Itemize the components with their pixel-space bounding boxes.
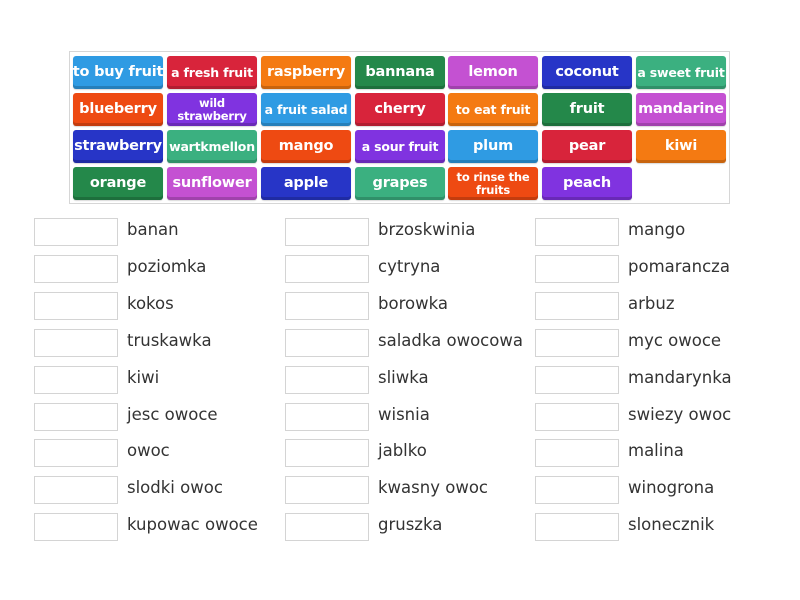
target-label: winogrona bbox=[628, 478, 715, 497]
target-label: kokos bbox=[127, 294, 174, 313]
word-tile[interactable]: to buy fruit bbox=[73, 56, 163, 89]
word-tile[interactable]: wartkmellon bbox=[167, 130, 257, 163]
drop-slot[interactable] bbox=[34, 513, 118, 541]
word-tile[interactable]: pear bbox=[542, 130, 632, 163]
word-tile[interactable]: wild strawberry bbox=[167, 93, 257, 126]
target-label: swiezy owoc bbox=[628, 405, 732, 424]
drop-slot[interactable] bbox=[34, 329, 118, 357]
drop-slot[interactable] bbox=[285, 439, 369, 467]
target-label: brzoskwinia bbox=[378, 220, 476, 239]
target-label: sliwka bbox=[378, 368, 429, 387]
drop-slot[interactable] bbox=[285, 292, 369, 320]
target-label: poziomka bbox=[127, 257, 207, 276]
drop-slot[interactable] bbox=[34, 218, 118, 246]
drop-slot[interactable] bbox=[535, 292, 619, 320]
drop-slot[interactable] bbox=[285, 329, 369, 357]
drop-slot[interactable] bbox=[535, 218, 619, 246]
target-label: wisnia bbox=[378, 405, 430, 424]
word-bank: to buy fruit a fresh fruit raspberry bannan… bbox=[69, 51, 730, 204]
drop-slot[interactable] bbox=[535, 255, 619, 283]
drop-slot[interactable] bbox=[34, 403, 118, 431]
word-tile[interactable]: a sweet fruit bbox=[636, 56, 726, 89]
target-label: arbuz bbox=[628, 294, 675, 313]
target-label: owoc bbox=[127, 441, 170, 460]
word-tile[interactable]: raspberry bbox=[261, 56, 351, 89]
drop-slot[interactable] bbox=[34, 292, 118, 320]
target-label: myc owoce bbox=[628, 331, 722, 350]
word-tile[interactable]: cherry bbox=[355, 93, 445, 126]
word-tile[interactable]: apple bbox=[261, 167, 351, 200]
drop-slot[interactable] bbox=[535, 366, 619, 394]
target-label: kiwi bbox=[127, 368, 160, 387]
drop-slot[interactable] bbox=[535, 329, 619, 357]
word-tile[interactable]: mandarine bbox=[636, 93, 726, 126]
word-tile[interactable]: kiwi bbox=[636, 130, 726, 163]
target-label: pomarancza bbox=[628, 257, 730, 276]
word-tile[interactable]: a fresh fruit bbox=[167, 56, 257, 89]
target-label: borowka bbox=[378, 294, 448, 313]
drop-slot[interactable] bbox=[285, 218, 369, 246]
drop-slot[interactable] bbox=[34, 366, 118, 394]
drop-slot[interactable] bbox=[285, 366, 369, 394]
word-tile[interactable]: orange bbox=[73, 167, 163, 200]
drop-slot[interactable] bbox=[535, 439, 619, 467]
target-label: kwasny owoc bbox=[378, 478, 488, 497]
target-label: slodki owoc bbox=[127, 478, 223, 497]
word-tile[interactable]: bannana bbox=[355, 56, 445, 89]
target-label: mango bbox=[628, 220, 686, 239]
target-label: cytryna bbox=[378, 257, 441, 276]
word-tile[interactable]: sunflower bbox=[167, 167, 257, 200]
word-tile[interactable]: to rinse the fruits bbox=[448, 167, 538, 200]
target-label: jesc owoce bbox=[127, 405, 218, 424]
target-label: malina bbox=[628, 441, 684, 460]
target-label: saladka owocowa bbox=[378, 331, 523, 350]
word-tile[interactable]: grapes bbox=[355, 167, 445, 200]
word-tile[interactable]: peach bbox=[542, 167, 632, 200]
target-label: kupowac owoce bbox=[127, 515, 258, 534]
word-tile[interactable]: a sour fruit bbox=[355, 130, 445, 163]
drop-slot[interactable] bbox=[535, 476, 619, 504]
target-label: truskawka bbox=[127, 331, 212, 350]
word-tile[interactable]: blueberry bbox=[73, 93, 163, 126]
target-label: gruszka bbox=[378, 515, 443, 534]
word-tile[interactable]: plum bbox=[448, 130, 538, 163]
word-tile[interactable]: a fruit salad bbox=[261, 93, 351, 126]
drop-slot[interactable] bbox=[34, 255, 118, 283]
word-tile[interactable]: coconut bbox=[542, 56, 632, 89]
drop-slot[interactable] bbox=[285, 476, 369, 504]
drop-slot[interactable] bbox=[34, 439, 118, 467]
drop-slot[interactable] bbox=[285, 255, 369, 283]
target-label: mandarynka bbox=[628, 368, 732, 387]
target-label: jablko bbox=[378, 441, 427, 460]
word-tile[interactable]: fruit bbox=[542, 93, 632, 126]
word-tile[interactable]: strawberry bbox=[73, 130, 163, 163]
target-label: banan bbox=[127, 220, 179, 239]
word-tile[interactable]: to eat fruit bbox=[448, 93, 538, 126]
drop-slot[interactable] bbox=[285, 403, 369, 431]
word-tile[interactable]: mango bbox=[261, 130, 351, 163]
drop-slot[interactable] bbox=[34, 476, 118, 504]
drop-slot[interactable] bbox=[535, 403, 619, 431]
drop-slot[interactable] bbox=[535, 513, 619, 541]
target-label: slonecznik bbox=[628, 515, 715, 534]
word-tile[interactable]: lemon bbox=[448, 56, 538, 89]
drop-slot[interactable] bbox=[285, 513, 369, 541]
